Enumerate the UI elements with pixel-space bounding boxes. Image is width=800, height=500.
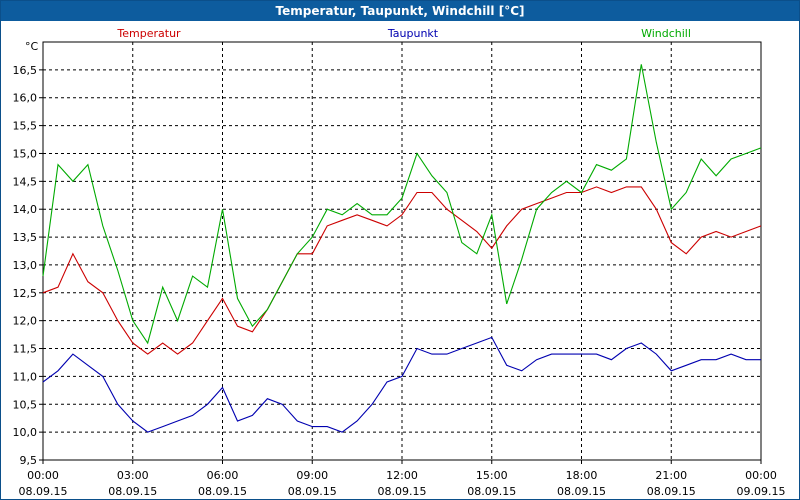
y-axis: 9,5 10,0 10,5 11,0 11,5 12,0 12,5 13,0 13,5 14,0 1…: [13, 64, 43, 467]
y-tick-label: 14,0: [13, 203, 38, 216]
y-tick-label: 16,0: [13, 92, 38, 105]
legend-item-temperatur: Temperatur: [116, 27, 181, 40]
line-chart: 9,5 10,0 10,5 11,0 11,5 12,0 12,5 13,0 13,5 14,0 1…: [13, 27, 786, 498]
y-tick-label: 12,0: [13, 315, 38, 328]
y-tick-label: 11,5: [13, 343, 38, 356]
y-tick-label: 15,5: [13, 120, 38, 133]
x-tick-label-time: 18:00: [566, 469, 598, 482]
y-tick-label: 16,5: [13, 64, 38, 77]
y-tick-label: 10,5: [13, 398, 38, 411]
y-tick-label: 10,0: [13, 426, 38, 439]
x-tick-label-time: 15:00: [476, 469, 508, 482]
x-tick-label-date: 08.09.15: [557, 485, 606, 498]
y-tick-label: 15,0: [13, 147, 38, 160]
legend: Temperatur Taupunkt Windchill: [116, 27, 691, 40]
x-tick-label-date: 08.09.15: [378, 485, 427, 498]
y-tick-label: 13,0: [13, 259, 38, 272]
x-tick-label-date: 08.09.15: [288, 485, 337, 498]
x-axis: 00:00 08.09.15 03:00 08.09.15 06:00 08.09.15 0…: [19, 460, 786, 498]
y-tick-label: 13,5: [13, 231, 38, 244]
x-tick-label-date: 08.09.15: [19, 485, 68, 498]
y-tick-label: 12,5: [13, 287, 38, 300]
x-tick-label-time: 21:00: [655, 469, 687, 482]
chart-window: Temperatur, Taupunkt, Windchill [°C] 9,5…: [0, 0, 800, 500]
x-tick-label-time: 09:00: [296, 469, 328, 482]
legend-item-taupunkt: Taupunkt: [387, 27, 439, 40]
y-tick-label: 11,0: [13, 370, 38, 383]
x-tick-label-date: 09.09.15: [737, 485, 786, 498]
x-tick-label-time: 06:00: [207, 469, 239, 482]
legend-item-windchill: Windchill: [641, 27, 691, 40]
x-tick-label-date: 08.09.15: [647, 485, 696, 498]
y-tick-label: 9,5: [20, 454, 38, 467]
x-tick-label-time: 12:00: [386, 469, 418, 482]
x-tick-label-date: 08.09.15: [467, 485, 516, 498]
x-tick-label-time: 03:00: [117, 469, 149, 482]
x-tick-label-time: 00:00: [745, 469, 777, 482]
y-tick-label: 14,5: [13, 175, 38, 188]
x-tick-label-date: 08.09.15: [198, 485, 247, 498]
y-axis-unit-label: °C: [25, 40, 39, 53]
x-tick-label-date: 08.09.15: [108, 485, 157, 498]
x-tick-label-time: 00:00: [27, 469, 59, 482]
